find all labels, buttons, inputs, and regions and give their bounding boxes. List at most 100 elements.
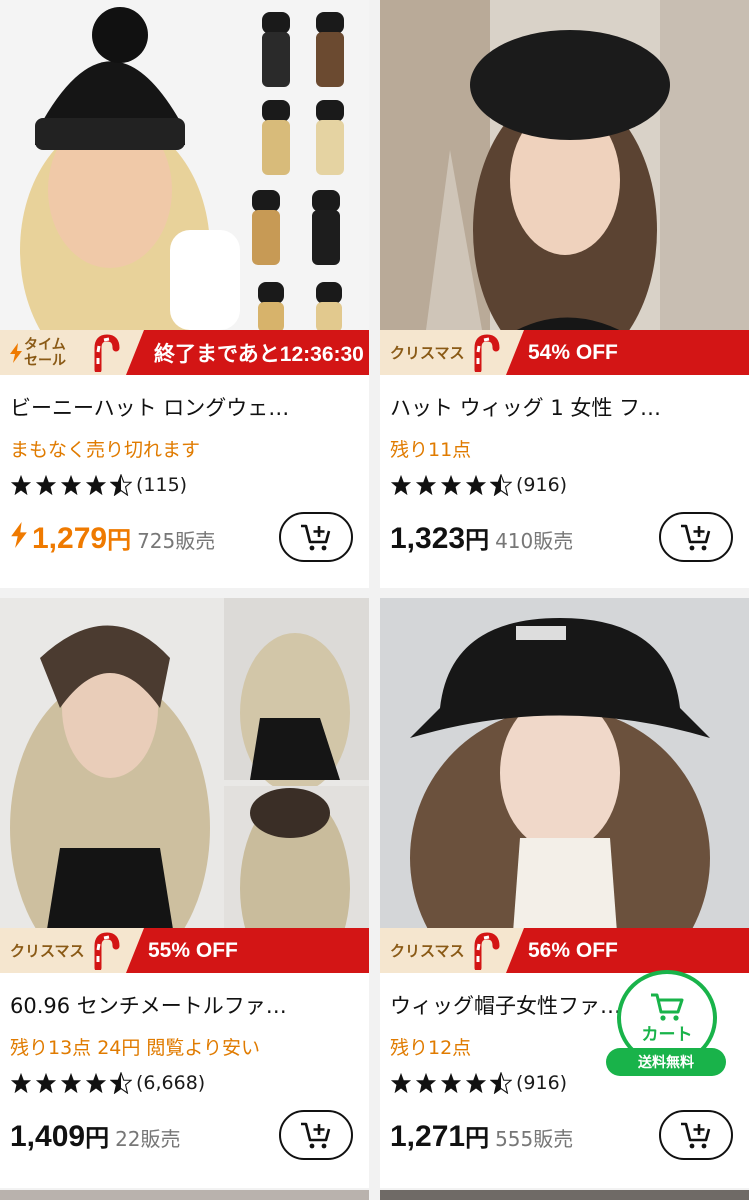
stars xyxy=(10,474,132,496)
lightning-icon xyxy=(11,522,27,548)
add-to-cart-button[interactable] xyxy=(279,1110,353,1160)
stock-note: 残り12点 xyxy=(390,1037,472,1059)
sold-count: 410販売 xyxy=(495,529,574,553)
rating: (916) xyxy=(390,474,567,496)
half-star-icon xyxy=(110,1072,132,1094)
star-icon xyxy=(390,474,412,496)
product-image[interactable] xyxy=(380,598,749,973)
next-row-edge xyxy=(0,1190,369,1200)
star-icon xyxy=(60,474,82,496)
product-image[interactable] xyxy=(380,0,749,375)
sold-count: 725販売 xyxy=(137,529,216,553)
candy-cane-icon xyxy=(94,334,120,372)
half-star-icon xyxy=(490,474,512,496)
add-to-cart-icon xyxy=(681,1122,711,1149)
add-to-cart-button[interactable] xyxy=(659,512,733,562)
product-image[interactable] xyxy=(0,598,369,973)
stars xyxy=(10,1072,132,1094)
sold-count: 555販売 xyxy=(495,1127,574,1151)
christmas-label: クリスマス xyxy=(390,942,465,960)
stock-note: 残り11点 xyxy=(390,439,472,461)
christmas-label: クリスマス xyxy=(10,942,85,960)
product-image[interactable] xyxy=(0,0,369,375)
price: 1,323 円 410販売 xyxy=(390,520,573,556)
product-title[interactable]: ハット ウィッグ 1 女性 フ… xyxy=(390,392,730,422)
time-sale-line2: セール xyxy=(24,352,66,369)
star-icon xyxy=(440,1072,462,1094)
price-value: 1,271 xyxy=(390,1120,466,1153)
lightning-icon xyxy=(10,342,22,363)
review-count: (916) xyxy=(516,1072,568,1094)
rating: (115) xyxy=(10,474,187,496)
countdown-text: 終了まであと12:36:30 xyxy=(126,330,369,375)
review-count: (916) xyxy=(516,474,568,496)
sale-banner: クリスマス 54% OFF xyxy=(380,330,749,375)
sale-banner: クリスマス 56% OFF xyxy=(380,928,749,973)
star-icon xyxy=(390,1072,412,1094)
candy-cane-icon xyxy=(94,932,120,970)
star-icon xyxy=(415,474,437,496)
rating: (6,668) xyxy=(10,1072,205,1094)
star-icon xyxy=(35,1072,57,1094)
star-icon xyxy=(415,1072,437,1094)
star-icon xyxy=(35,474,57,496)
star-icon xyxy=(85,474,107,496)
stars xyxy=(390,474,512,496)
product-title[interactable]: ビーニーハット ロングウェ… xyxy=(10,392,350,422)
next-row-edge xyxy=(380,1190,749,1200)
sale-banner: クリスマス 55% OFF xyxy=(0,928,369,973)
christmas-tag: クリスマス xyxy=(380,330,524,375)
candy-cane-icon xyxy=(474,334,500,372)
product-title[interactable]: 60.96 センチメートルファ… xyxy=(10,990,350,1020)
review-count: (115) xyxy=(136,474,188,496)
cart-label: カート xyxy=(641,1024,693,1045)
candy-cane-icon xyxy=(474,932,500,970)
star-icon xyxy=(440,474,462,496)
star-icon xyxy=(465,474,487,496)
rating: (916) xyxy=(390,1072,567,1094)
half-star-icon xyxy=(110,474,132,496)
currency: 円 xyxy=(107,526,132,554)
add-to-cart-button[interactable] xyxy=(659,1110,733,1160)
currency: 円 xyxy=(465,526,490,554)
cart-icon xyxy=(651,993,684,1021)
price: 1,271 円 555販売 xyxy=(390,1118,573,1154)
sold-count: 22販売 xyxy=(115,1127,181,1151)
christmas-label: クリスマス xyxy=(390,344,465,362)
price-value: 1,409 xyxy=(10,1120,86,1153)
star-icon xyxy=(465,1072,487,1094)
time-sale-line1: タイム xyxy=(24,336,66,353)
product-card[interactable]: クリスマス 55% OFF 60.96 センチメートルファ… 残り13点 24円… xyxy=(0,598,369,1188)
price: 1,409 円 22販売 xyxy=(10,1118,181,1154)
price: 1,279 円 725販売 xyxy=(10,520,215,556)
price-value: 1,279 xyxy=(32,522,108,555)
christmas-tag: クリスマス xyxy=(0,928,144,973)
currency: 円 xyxy=(465,1124,490,1152)
currency: 円 xyxy=(85,1124,110,1152)
star-icon xyxy=(85,1072,107,1094)
floating-cart-button[interactable]: カート 送料無料 xyxy=(606,970,732,1080)
product-card[interactable]: クリスマス 54% OFF ハット ウィッグ 1 女性 フ… 残り11点 (91… xyxy=(380,0,749,588)
product-card[interactable]: タイム セール 終了まであと12:36:30 ビーニーハット ロングウェ… まも… xyxy=(0,0,369,588)
discount-text: 55% OFF xyxy=(126,928,369,973)
christmas-tag: クリスマス xyxy=(380,928,524,973)
add-to-cart-button[interactable] xyxy=(279,512,353,562)
price-value: 1,323 xyxy=(390,522,466,555)
review-count: (6,668) xyxy=(136,1072,206,1094)
stars xyxy=(390,1072,512,1094)
discount-text: 54% OFF xyxy=(506,330,749,375)
stock-note: まもなく売り切れます xyxy=(10,439,201,461)
sale-banner: タイム セール 終了まであと12:36:30 xyxy=(0,330,369,375)
add-to-cart-icon xyxy=(301,1122,331,1149)
add-to-cart-icon xyxy=(681,524,711,551)
discount-text: 56% OFF xyxy=(506,928,749,973)
star-icon xyxy=(10,474,32,496)
time-sale-tag: タイム セール xyxy=(0,330,144,375)
half-star-icon xyxy=(490,1072,512,1094)
stock-note: 残り13点 24円 閲覧より安い xyxy=(10,1037,261,1059)
product-card[interactable]: クリスマス 56% OFF ウィッグ帽子女性ファ… 残り12点 (916) 1,… xyxy=(380,598,749,1188)
star-icon xyxy=(60,1072,82,1094)
star-icon xyxy=(10,1072,32,1094)
free-shipping-ribbon: 送料無料 xyxy=(606,1048,726,1076)
add-to-cart-icon xyxy=(301,524,331,551)
